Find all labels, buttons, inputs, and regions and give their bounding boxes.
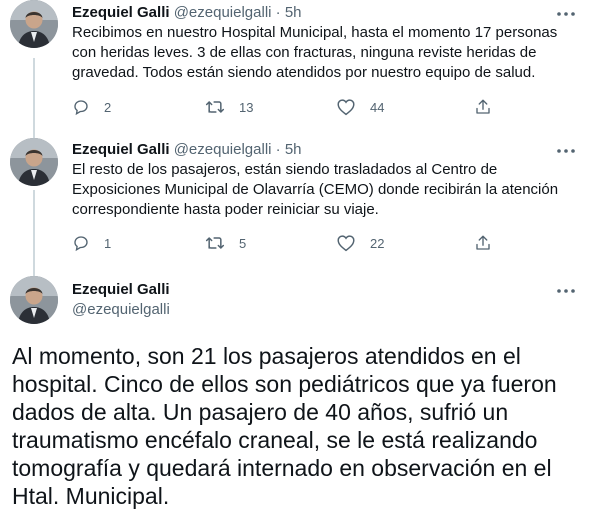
reply-count: 1 <box>104 235 112 251</box>
tweet-actions: 1 5 22 <box>72 233 492 253</box>
more-horizontal-icon[interactable] <box>555 5 577 23</box>
more-horizontal-icon[interactable] <box>555 142 577 160</box>
tweet[interactable]: Ezequiel Galli @ezequielgalli · 5h El re… <box>0 124 589 256</box>
thread-connector-line <box>33 58 35 124</box>
share-button[interactable] <box>474 233 492 253</box>
thread-connector-line <box>33 256 35 276</box>
thread-connector-line <box>33 124 35 138</box>
share-icon <box>476 235 490 250</box>
tweet-text: Recibimos en nuestro Hospital Municipal,… <box>72 24 558 81</box>
like-count: 44 <box>370 99 385 115</box>
author-name[interactable]: Ezequiel Galli <box>72 281 170 298</box>
author-handle[interactable]: @ezequielgalli <box>72 300 170 320</box>
retweet-icon <box>205 237 225 249</box>
tweet-timestamp[interactable]: 5h <box>285 4 302 21</box>
reply-button[interactable]: 1 <box>72 233 111 253</box>
retweet-count: 13 <box>239 99 254 115</box>
like-button[interactable]: 44 <box>336 97 384 117</box>
reply-icon <box>74 236 88 252</box>
author-name[interactable]: Ezequiel Galli <box>72 4 170 21</box>
author-handle[interactable]: @ezequielgalli <box>174 141 272 158</box>
focused-tweet[interactable]: Ezequiel Galli @ezequielgalli Al momento… <box>0 256 589 512</box>
tweet-header: Ezequiel Galli @ezequielgalli <box>72 280 170 320</box>
heart-icon <box>337 99 355 116</box>
more-horizontal-icon[interactable] <box>555 282 577 300</box>
retweet-count: 5 <box>239 235 247 251</box>
tweet-header: Ezequiel Galli @ezequielgalli · 5h <box>72 3 302 23</box>
author-name[interactable]: Ezequiel Galli <box>72 141 170 158</box>
reply-count: 2 <box>104 99 112 115</box>
tweet-actions: 2 13 44 <box>72 97 492 117</box>
thread-connector-line <box>33 190 35 256</box>
tweet[interactable]: Ezequiel Galli @ezequielgalli · 5h Recib… <box>0 0 589 124</box>
tweet-header: Ezequiel Galli @ezequielgalli · 5h <box>72 140 302 160</box>
retweet-button[interactable]: 5 <box>205 233 246 253</box>
share-button[interactable] <box>474 97 492 117</box>
tweet-thread: Ezequiel Galli @ezequielgalli · 5h Recib… <box>0 0 589 512</box>
separator-dot: · <box>275 141 281 158</box>
tweet-text: Al momento, son 21 los pasajeros atendid… <box>12 343 557 509</box>
reply-icon <box>74 100 88 116</box>
retweet-icon <box>205 101 225 113</box>
like-button[interactable]: 22 <box>336 233 384 253</box>
heart-icon <box>337 235 355 252</box>
avatar[interactable] <box>10 276 58 324</box>
share-icon <box>476 99 490 114</box>
avatar[interactable] <box>10 0 58 48</box>
tweet-timestamp[interactable]: 5h <box>285 141 302 158</box>
separator-dot: · <box>275 4 281 21</box>
reply-button[interactable]: 2 <box>72 97 111 117</box>
tweet-text: El resto de los pasajeros, están siendo … <box>72 161 559 218</box>
retweet-button[interactable]: 13 <box>205 97 253 117</box>
like-count: 22 <box>370 235 385 251</box>
author-handle[interactable]: @ezequielgalli <box>174 4 272 21</box>
avatar[interactable] <box>10 138 58 186</box>
